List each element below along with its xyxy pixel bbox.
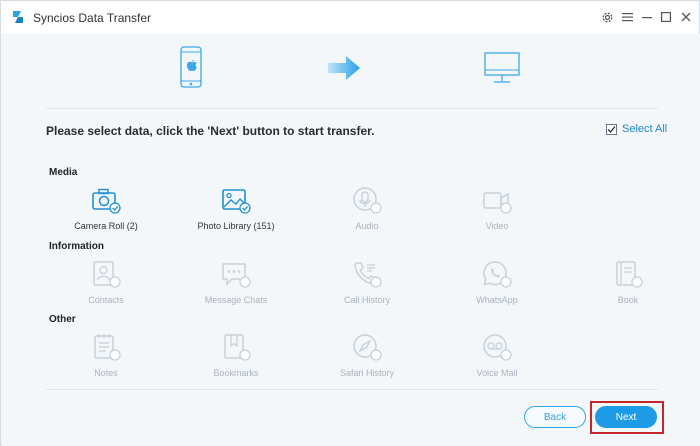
item-audio[interactable]: Audio bbox=[312, 184, 422, 244]
app-window: Syncios Data Transfer Please select data… bbox=[0, 0, 700, 446]
item-book[interactable]: Book bbox=[573, 258, 683, 318]
whatsapp-icon bbox=[483, 261, 512, 288]
item-video[interactable]: Video bbox=[442, 184, 552, 244]
item-label: Safari History bbox=[339, 368, 394, 378]
contacts-icon bbox=[93, 261, 121, 288]
item-label: Notes bbox=[94, 368, 118, 378]
menu-icon[interactable] bbox=[619, 9, 635, 25]
item-label: Camera Roll (2) bbox=[74, 221, 138, 231]
title-bar: Syncios Data Transfer bbox=[1, 1, 699, 34]
voicemail-icon bbox=[483, 334, 512, 361]
item-camera-roll[interactable]: Camera Roll (2) bbox=[51, 184, 161, 244]
item-label: Call History bbox=[343, 295, 390, 305]
divider-top bbox=[46, 108, 658, 109]
camera-icon bbox=[92, 188, 121, 214]
item-label: Voice Mail bbox=[476, 368, 518, 378]
main-content: Please select data, click the 'Next' but… bbox=[2, 34, 700, 446]
item-whatsapp[interactable]: WhatsApp bbox=[442, 258, 552, 318]
microphone-icon bbox=[353, 187, 382, 214]
instruction-text: Please select data, click the 'Next' but… bbox=[46, 124, 375, 138]
item-label: Message Chats bbox=[204, 295, 268, 305]
item-contacts[interactable]: Contacts bbox=[51, 258, 161, 318]
message-icon bbox=[222, 263, 251, 288]
divider-bottom bbox=[46, 389, 658, 390]
item-safari-history[interactable]: Safari History bbox=[312, 331, 422, 391]
next-button[interactable]: Next bbox=[595, 406, 657, 428]
item-label: Bookmarks bbox=[213, 368, 259, 378]
item-label: WhatsApp bbox=[476, 295, 518, 305]
item-notes[interactable]: Notes bbox=[51, 331, 161, 391]
computer-target-icon bbox=[484, 52, 520, 83]
item-call-history[interactable]: Call History bbox=[312, 258, 422, 318]
item-label: Contacts bbox=[88, 295, 124, 305]
photo-icon bbox=[222, 189, 251, 214]
iphone-source-icon bbox=[180, 46, 202, 88]
book-icon bbox=[616, 261, 643, 288]
item-message-chats[interactable]: Message Chats bbox=[181, 258, 291, 318]
minimize-icon[interactable] bbox=[639, 9, 655, 25]
item-voice-mail[interactable]: Voice Mail bbox=[442, 331, 552, 391]
phone-icon bbox=[354, 262, 382, 288]
section-title-other: Other bbox=[49, 314, 76, 325]
item-photo-library[interactable]: Photo Library (151) bbox=[181, 184, 291, 244]
select-all-label: Select All bbox=[622, 123, 668, 135]
section-title-media: Media bbox=[49, 167, 78, 178]
bookmark-icon bbox=[224, 334, 251, 361]
maximize-icon[interactable] bbox=[658, 9, 674, 25]
item-label: Book bbox=[617, 295, 639, 305]
checkbox-icon[interactable] bbox=[606, 123, 617, 135]
item-bookmarks[interactable]: Bookmarks bbox=[181, 331, 291, 391]
arrow-right-icon bbox=[328, 56, 360, 80]
compass-icon bbox=[353, 334, 382, 361]
item-label: Video bbox=[485, 221, 509, 231]
section-title-information: Information bbox=[49, 241, 104, 252]
notes-icon bbox=[94, 334, 121, 361]
back-button[interactable]: Back bbox=[524, 406, 586, 428]
video-icon bbox=[483, 192, 512, 214]
transfer-direction-visual bbox=[2, 34, 700, 104]
app-title: Syncios Data Transfer bbox=[33, 11, 152, 25]
item-label: Photo Library (151) bbox=[197, 221, 275, 231]
select-all-checkbox[interactable]: Select All bbox=[606, 123, 667, 135]
close-icon[interactable] bbox=[678, 9, 694, 25]
item-label: Audio bbox=[355, 221, 379, 231]
settings-gear-icon[interactable] bbox=[599, 9, 615, 25]
syncios-logo-icon bbox=[13, 11, 23, 23]
